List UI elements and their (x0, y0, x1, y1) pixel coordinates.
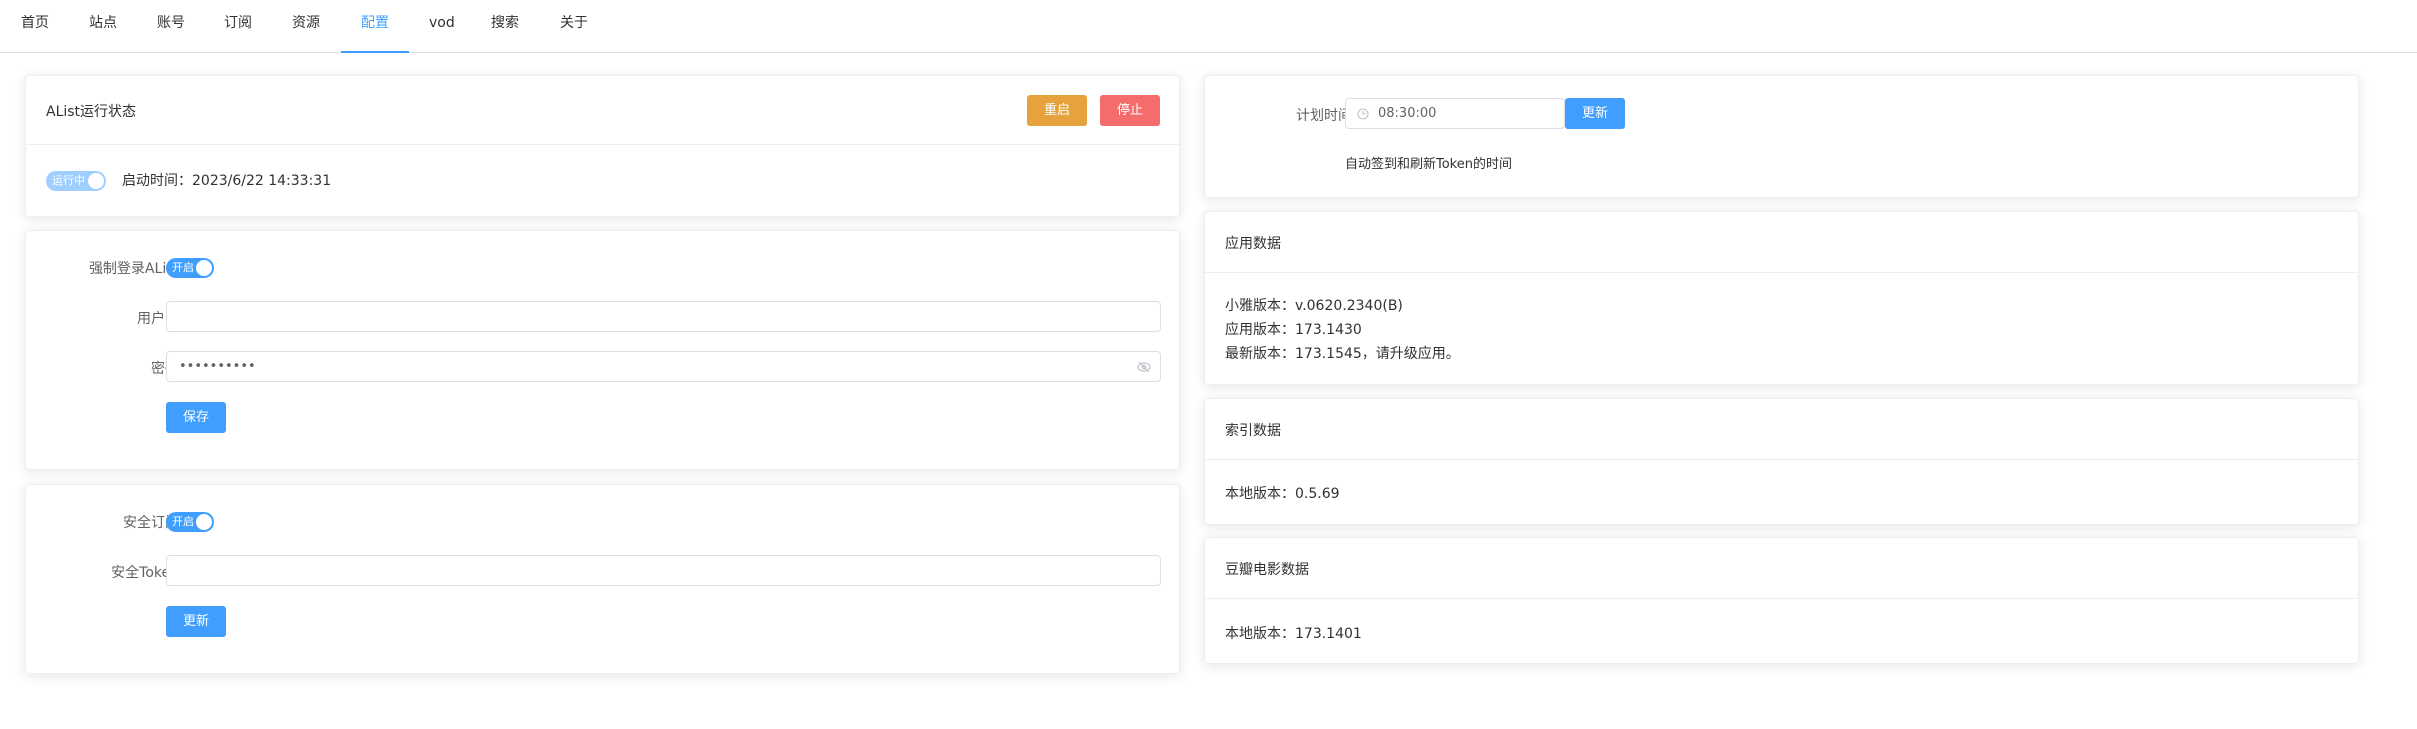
nav-item-search[interactable]: 搜索 (491, 0, 519, 53)
token-label: 安全Token (111, 565, 179, 581)
restart-button[interactable]: 重启 (1027, 95, 1087, 126)
schedule-card: 计划时间 08:30:00 更新 自动签到和刷新Token的时间 (1204, 75, 2359, 198)
force-login-switch[interactable]: 开启 (166, 258, 214, 278)
save-button[interactable]: 保存 (166, 402, 226, 433)
card-header: 索引数据 (1205, 399, 2358, 460)
update-token-button[interactable]: 更新 (166, 606, 226, 637)
douban-version: 本地版本：173.1401 (1225, 626, 1362, 642)
latest-version: 最新版本：173.1545，请升级应用。 (1225, 346, 1460, 362)
top-nav: 首页 站点 账号 订阅 资源 配置 vod 搜索 关于 (0, 0, 2417, 53)
password-value: •••••••••• (179, 359, 256, 374)
schedule-hint: 自动签到和刷新Token的时间 (1345, 157, 1512, 172)
security-card: 安全订阅 开启 安全Token 更新 (25, 484, 1180, 674)
card-header: 应用数据 (1205, 212, 2358, 273)
time-value: 08:30:00 (1378, 106, 1437, 121)
card-title: 应用数据 (1225, 236, 1281, 252)
start-time: 启动时间：2023/6/22 14:33:31 (122, 173, 332, 189)
switch-label: 开启 (172, 261, 194, 274)
nav-item-subscriptions[interactable]: 订阅 (224, 0, 252, 53)
secure-subscribe-switch[interactable]: 开启 (166, 512, 214, 532)
app-data-card: 应用数据 小雅版本：v.0620.2340(B) 应用版本：173.1430 最… (1204, 211, 2359, 385)
schedule-label: 计划时间 (1296, 108, 1352, 124)
password-label: 密码 (151, 361, 179, 377)
nav-item-vod[interactable]: vod (429, 0, 455, 53)
nav-item-sites[interactable]: 站点 (89, 0, 117, 53)
switch-knob (88, 173, 104, 189)
username-input[interactable] (166, 301, 1161, 332)
alist-status-card: AList运行状态 重启 停止 运行中 启动时间：2023/6/22 14:33… (25, 75, 1180, 217)
running-switch[interactable]: 运行中 (46, 171, 106, 191)
switch-knob (196, 514, 212, 530)
nav-item-accounts[interactable]: 账号 (157, 0, 185, 53)
force-login-label: 强制登录AList (88, 261, 179, 277)
nav-item-home[interactable]: 首页 (21, 0, 49, 53)
token-input[interactable] (166, 555, 1161, 586)
xiaoya-version: 小雅版本：v.0620.2340(B) (1225, 298, 1403, 314)
nav-item-config[interactable]: 配置 (341, 0, 409, 53)
card-header: AList运行状态 重启 停止 (26, 76, 1179, 145)
login-card: 强制登录AList 开启 用户名 密码 •••••••••• 保存 (25, 230, 1180, 470)
password-input[interactable]: •••••••••• (166, 351, 1161, 382)
update-schedule-button[interactable]: 更新 (1565, 98, 1625, 129)
index-data-card: 索引数据 本地版本：0.5.69 (1204, 398, 2359, 525)
card-title: 豆瓣电影数据 (1225, 562, 1309, 578)
switch-label: 开启 (172, 515, 194, 528)
card-title: AList运行状态 (46, 104, 137, 120)
nav-item-resources[interactable]: 资源 (292, 0, 320, 53)
time-picker[interactable]: 08:30:00 (1345, 98, 1565, 129)
switch-knob (196, 260, 212, 276)
app-version: 应用版本：173.1430 (1225, 322, 1362, 338)
eye-off-icon[interactable] (1137, 361, 1151, 373)
clock-icon (1357, 108, 1369, 120)
card-title: 索引数据 (1225, 423, 1281, 439)
username-label: 用户名 (137, 311, 179, 327)
stop-button[interactable]: 停止 (1100, 95, 1160, 126)
douban-data-card: 豆瓣电影数据 本地版本：173.1401 (1204, 537, 2359, 664)
secure-subscribe-label: 安全订阅 (123, 515, 179, 531)
index-version: 本地版本：0.5.69 (1225, 486, 1340, 502)
nav-item-about[interactable]: 关于 (560, 0, 588, 53)
card-header: 豆瓣电影数据 (1205, 538, 2358, 599)
switch-label: 运行中 (52, 174, 85, 187)
